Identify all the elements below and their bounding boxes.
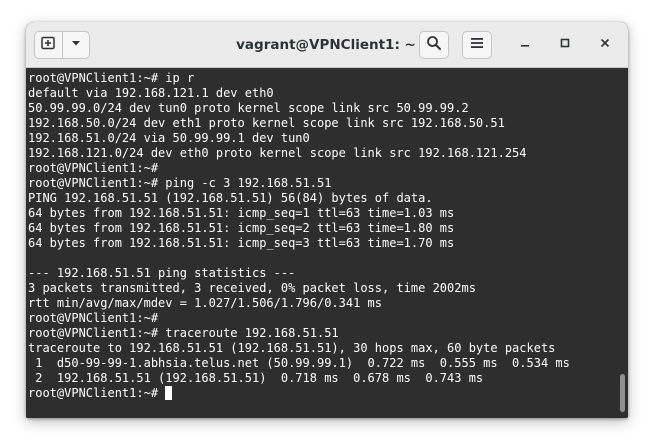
hamburger-menu-icon bbox=[470, 36, 484, 54]
close-button[interactable] bbox=[590, 31, 620, 59]
terminal-line: 192.168.121.0/24 dev eth0 proto kernel s… bbox=[28, 146, 527, 160]
text-cursor bbox=[165, 386, 173, 400]
terminal-line: root@VPNClient1:~# ip r bbox=[28, 71, 195, 85]
search-icon bbox=[426, 35, 442, 56]
terminal-line: --- 192.168.51.51 ping statistics --- bbox=[28, 266, 296, 280]
terminal-prompt-line[interactable]: root@VPNClient1:~# bbox=[28, 386, 628, 401]
main-menu-button[interactable] bbox=[462, 31, 492, 59]
terminal-line: traceroute to 192.168.51.51 (192.168.51.… bbox=[28, 341, 556, 355]
minimize-icon bbox=[519, 36, 531, 54]
chevron-down-icon bbox=[70, 36, 82, 54]
terminal-line: PING 192.168.51.51 (192.168.51.51) 56(84… bbox=[28, 191, 433, 205]
terminal-line: 64 bytes from 192.168.51.51: icmp_seq=2 … bbox=[28, 221, 455, 235]
new-tab-button-group bbox=[34, 31, 90, 59]
terminal-prompt: root@VPNClient1:~# bbox=[28, 386, 166, 400]
terminal-line: 64 bytes from 192.168.51.51: icmp_seq=3 … bbox=[28, 236, 455, 250]
window-title: vagrant@VPNClient1: ~ bbox=[236, 37, 416, 53]
terminal-line: root@VPNClient1:~# bbox=[28, 311, 159, 325]
terminal-window: vagrant@VPNClient1: ~ root@VPNClient1:~#… bbox=[26, 22, 628, 418]
terminal-line: rtt min/avg/max/mdev = 1.027/1.506/1.796… bbox=[28, 296, 383, 310]
terminal-line: 192.168.50.0/24 dev eth1 proto kernel sc… bbox=[28, 116, 505, 130]
terminal-line: root@VPNClient1:~# ping -c 3 192.168.51.… bbox=[28, 176, 332, 190]
terminal-output[interactable]: root@VPNClient1:~# ip r default via 192.… bbox=[26, 68, 628, 418]
search-button[interactable] bbox=[419, 31, 449, 59]
terminal-line: 64 bytes from 192.168.51.51: icmp_seq=1 … bbox=[28, 206, 455, 220]
new-tab-icon bbox=[40, 35, 56, 56]
terminal-line: 1 d50-99-99-1.abhsia.telus.net (50.99.99… bbox=[28, 356, 570, 370]
maximize-button[interactable] bbox=[550, 31, 580, 59]
terminal-line: 192.168.51.0/24 via 50.99.99.1 dev tun0 bbox=[28, 131, 310, 145]
terminal-line: default via 192.168.121.1 dev eth0 bbox=[28, 86, 274, 100]
close-icon bbox=[599, 36, 611, 54]
scrollbar-thumb[interactable] bbox=[620, 374, 625, 412]
terminal-line: root@VPNClient1:~# traceroute 192.168.51… bbox=[28, 326, 339, 340]
terminal-line: 3 packets transmitted, 3 received, 0% pa… bbox=[28, 281, 476, 295]
terminal-line: 2 192.168.51.51 (192.168.51.51) 0.718 ms… bbox=[28, 371, 484, 385]
terminal-line: 50.99.99.0/24 dev tun0 proto kernel scop… bbox=[28, 101, 469, 115]
new-tab-button[interactable] bbox=[35, 32, 62, 58]
maximize-icon bbox=[559, 36, 571, 54]
header-bar: vagrant@VPNClient1: ~ bbox=[26, 22, 628, 68]
minimize-button[interactable] bbox=[510, 31, 540, 59]
terminal-line: root@VPNClient1:~# bbox=[28, 161, 159, 175]
new-tab-menu-button[interactable] bbox=[61, 32, 90, 58]
